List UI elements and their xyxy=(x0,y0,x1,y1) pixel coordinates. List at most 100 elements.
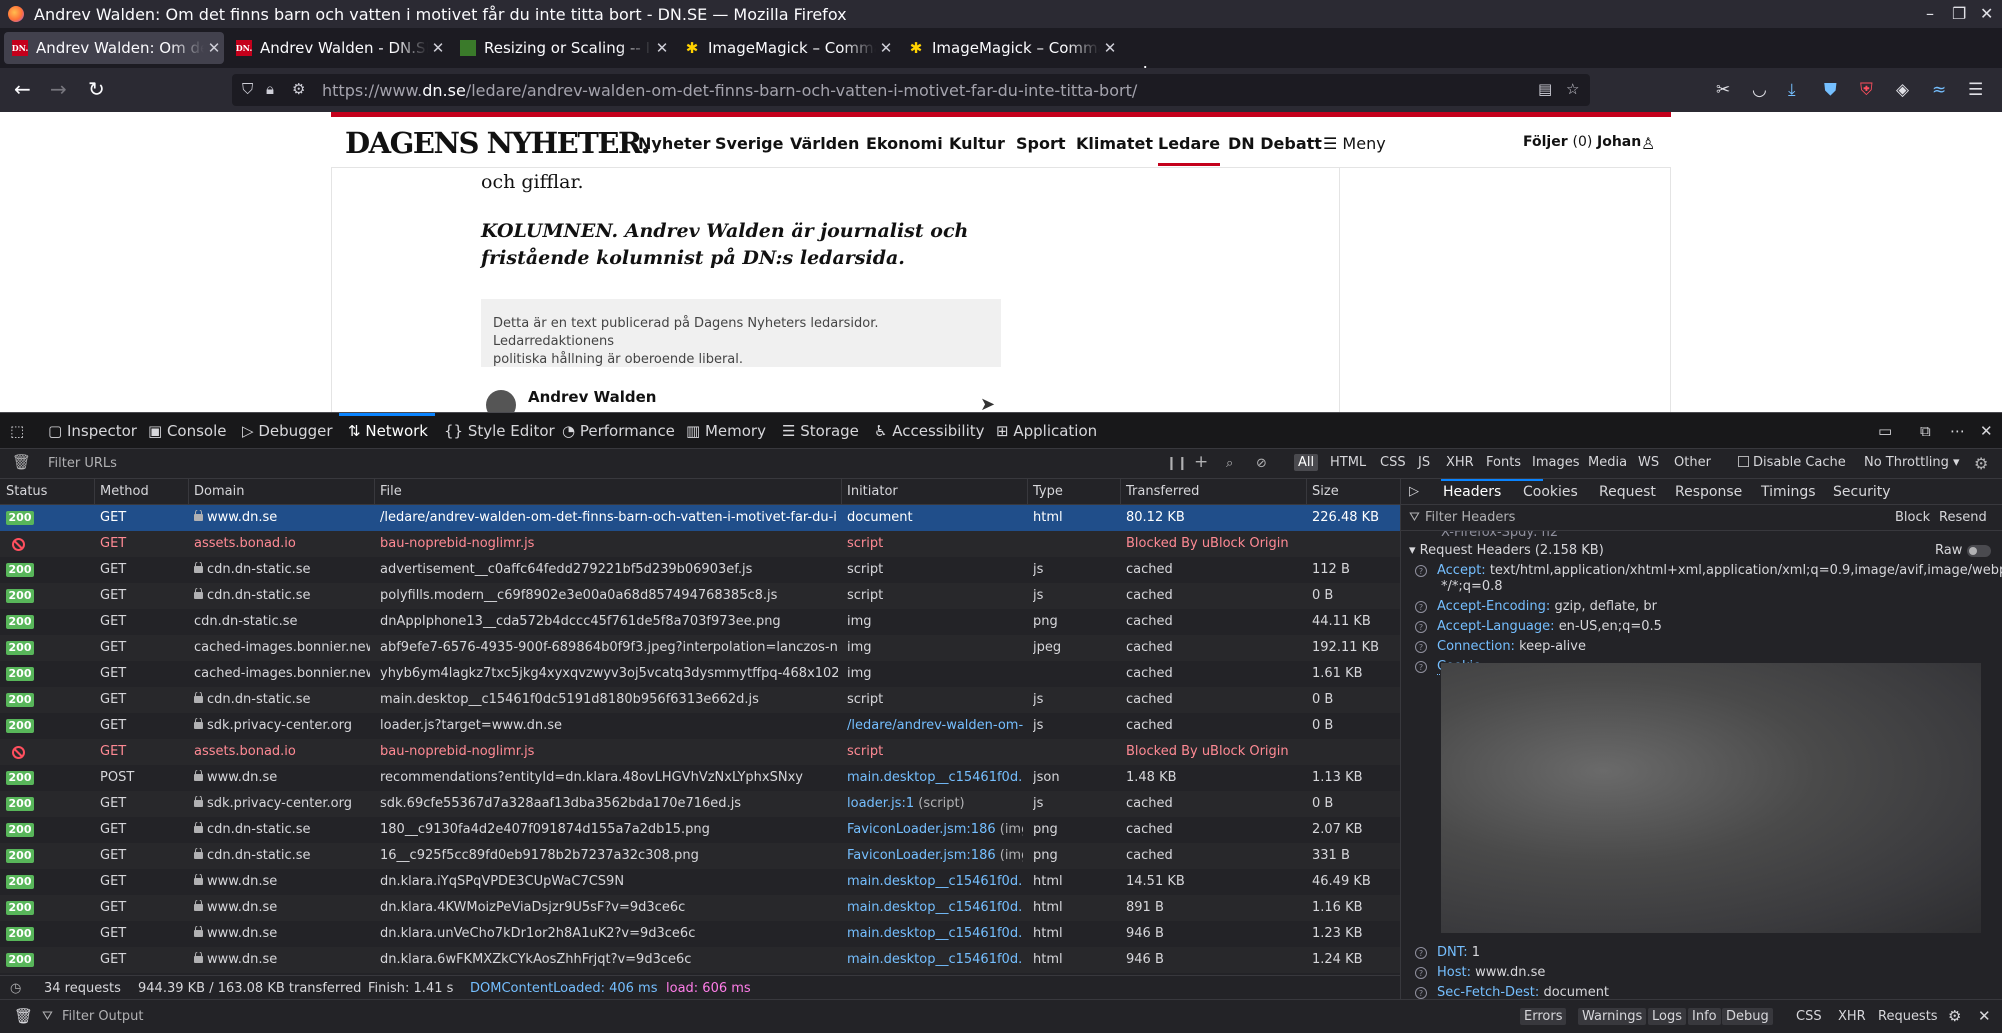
tab-performance[interactable]: ◔ Performance xyxy=(562,422,675,440)
tab-cookies[interactable]: Cookies xyxy=(1523,484,1578,500)
header-accept[interactable]: ? Accept: text/html,application/xhtml+xml… xyxy=(1415,563,2002,578)
lock-icon[interactable]: 🔒︎ xyxy=(266,80,274,98)
raw-toggle[interactable] xyxy=(1967,545,1991,557)
tab-network[interactable]: ⇅ Network xyxy=(348,422,428,440)
close-devtools-icon[interactable]: ✕ xyxy=(1980,422,1993,440)
request-row[interactable]: 200 GET cdn.dn-static.se polyfills.modern__… xyxy=(0,583,1400,609)
url-text[interactable]: https://www.dn.se/ledare/andrev-walden-o… xyxy=(322,81,1137,100)
network-settings-icon[interactable]: ⚙ xyxy=(1974,454,1988,473)
tab-inspector[interactable]: ▢ Inspector xyxy=(48,422,137,440)
console-warnings-toggle[interactable]: Warnings xyxy=(1578,1008,1647,1025)
more-options-icon[interactable]: ⋯ xyxy=(1950,422,1965,440)
request-row[interactable]: 200 GET cdn.dn-static.se dnAppIphone13__cda… xyxy=(0,609,1400,635)
nav-sverige[interactable]: Sverige xyxy=(715,134,783,153)
tab-headers[interactable]: Headers xyxy=(1443,484,1501,500)
filter-images[interactable]: Images xyxy=(1528,454,1584,471)
header-sec-fetch-dest[interactable]: ? Sec-Fetch-Dest: document xyxy=(1415,985,1609,999)
help-icon[interactable]: ? xyxy=(1415,967,1427,979)
request-initiator[interactable]: main.desktop__c15461f0d... xyxy=(847,900,1023,915)
search-icon[interactable]: ⌕ xyxy=(1226,456,1233,471)
pocket-icon[interactable]: ◡ xyxy=(1752,80,1767,100)
tab-andrev-walden-article[interactable]: DN. Andrev Walden: Om det finns barn och… xyxy=(4,32,224,64)
request-row[interactable]: 200 GET www.dn.se dn.klara.6wFKMXZkCYkAosZh… xyxy=(0,947,1400,973)
console-debug-toggle[interactable]: Debug xyxy=(1722,1008,1773,1025)
col-size[interactable]: Size xyxy=(1312,484,1339,499)
request-headers-section[interactable]: ▾ Request Headers (2.158 KB) xyxy=(1409,543,1604,558)
request-row[interactable]: GET assets.bonad.io bau-noprebid-noglimr.j… xyxy=(0,531,1400,557)
forward-icon[interactable]: → xyxy=(50,77,67,101)
filter-ws[interactable]: WS xyxy=(1634,454,1663,471)
nav-ekonomi[interactable]: Ekonomi xyxy=(866,134,943,153)
tab-memory[interactable]: ▥ Memory xyxy=(686,422,766,440)
maximize-button[interactable]: ❐ xyxy=(1952,4,1966,23)
add-filter-icon[interactable]: + xyxy=(1194,452,1208,472)
nav-klimatet[interactable]: Klimatet xyxy=(1076,134,1153,153)
filter-css[interactable]: CSS xyxy=(1376,454,1410,471)
filter-xhr[interactable]: XHR xyxy=(1442,454,1478,471)
console-errors-toggle[interactable]: Errors xyxy=(1520,1008,1567,1025)
bookmark-star-icon[interactable]: ☆ xyxy=(1566,80,1579,98)
filter-urls-input[interactable]: Filter URLs xyxy=(48,456,117,471)
toggle-sidebar-icon[interactable]: ▷ xyxy=(1409,484,1419,499)
close-console-icon[interactable]: ✕ xyxy=(1974,1006,1995,1026)
help-icon[interactable]: ? xyxy=(1415,661,1427,673)
element-picker-icon[interactable]: ⬚ xyxy=(10,422,24,440)
tab-response[interactable]: Response xyxy=(1675,484,1742,500)
filter-js[interactable]: JS xyxy=(1414,454,1434,471)
follows-link[interactable]: Följer (0) xyxy=(1523,134,1592,150)
col-type[interactable]: Type xyxy=(1033,484,1063,499)
col-divider[interactable] xyxy=(841,479,842,505)
request-row[interactable]: 200 GET www.dn.se dn.klara.iYqSPqVPDE3CUpWa… xyxy=(0,869,1400,895)
console-info-toggle[interactable]: Info xyxy=(1688,1008,1721,1025)
request-initiator[interactable]: main.desktop__c15461f0d... xyxy=(847,926,1023,941)
col-divider[interactable] xyxy=(188,479,189,505)
screenshot-icon[interactable]: ✂ xyxy=(1716,80,1730,100)
tab-storage[interactable]: ☰ Storage xyxy=(782,422,859,440)
permissions-icon[interactable]: ⚙ xyxy=(292,80,305,98)
url-bar[interactable]: ⛉ 🔒︎ ⚙ https://www.dn.se/ledare/andrev-w… xyxy=(232,74,1590,106)
tab-console[interactable]: ▣ Console xyxy=(148,422,227,440)
help-icon[interactable]: ? xyxy=(1415,641,1427,653)
request-row[interactable]: 200 GET sdk.privacy-center.org sdk.69cfe553… xyxy=(0,791,1400,817)
nav-varlden[interactable]: Världen xyxy=(790,134,859,153)
nav-ledare[interactable]: Ledare xyxy=(1158,134,1221,166)
nav-nyheter[interactable]: Nyheter xyxy=(638,134,710,153)
clear-console-icon[interactable]: 🗑︎ xyxy=(10,1006,37,1026)
filter-output-input[interactable]: Filter Output xyxy=(58,1008,148,1025)
help-icon[interactable]: ? xyxy=(1415,947,1427,959)
tab-andrev-walden-dn[interactable]: DN. Andrev Walden - DN.SE ✕ xyxy=(228,32,448,64)
back-icon[interactable]: ← xyxy=(14,77,31,101)
tab-debugger[interactable]: ▷ Debugger xyxy=(242,422,333,440)
nav-sport[interactable]: Sport xyxy=(1016,134,1066,153)
resend-button[interactable]: Resend xyxy=(1939,510,1987,525)
console-settings-icon[interactable]: ⚙ xyxy=(1944,1006,1965,1026)
request-initiator[interactable]: main.desktop__c15461f0d... xyxy=(847,952,1023,967)
reload-icon[interactable]: ↻ xyxy=(88,77,105,101)
tab-application[interactable]: ⊞ Application xyxy=(996,422,1097,440)
console-requests-toggle[interactable]: Requests xyxy=(1874,1008,1942,1025)
dn-logo[interactable]: DAGENS NYHETER. xyxy=(345,126,651,160)
col-divider[interactable] xyxy=(374,479,375,505)
request-row[interactable]: 200 GET cached-images.bonnier.news abf9efe7… xyxy=(0,635,1400,661)
col-method[interactable]: Method xyxy=(100,484,149,499)
help-icon[interactable]: ? xyxy=(1415,601,1427,613)
header-connection[interactable]: ? Connection: keep-alive xyxy=(1415,639,1586,654)
close-tab-icon[interactable]: ✕ xyxy=(1100,39,1120,57)
tab-timings[interactable]: Timings xyxy=(1761,484,1816,500)
request-row[interactable]: 200 GET sdk.privacy-center.org loader.js?ta… xyxy=(0,713,1400,739)
tab-imagemagick-1[interactable]: ✱ ImageMagick – Command-line ✕ xyxy=(676,32,896,64)
user-name[interactable]: Johan xyxy=(1597,134,1641,150)
responsive-design-icon[interactable]: ⧉ xyxy=(1920,422,1931,440)
tab-resizing-scaling[interactable]: Resizing or Scaling -- IM ✕ xyxy=(452,32,672,64)
tab-security[interactable]: Security xyxy=(1833,484,1891,500)
request-row[interactable]: GET assets.bonad.io bau-noprebid-noglimr.j… xyxy=(0,739,1400,765)
close-window-button[interactable]: ✕ xyxy=(1980,4,1993,23)
clear-requests-icon[interactable]: 🗑︎ xyxy=(12,453,31,471)
reader-view-icon[interactable]: ▤ xyxy=(1538,80,1552,98)
ublock-origin-icon[interactable]: ⛨ xyxy=(1860,80,1873,100)
user-icon[interactable]: ♙ xyxy=(1641,134,1655,153)
nav-dn-debatt[interactable]: DN Debatt xyxy=(1228,134,1322,153)
extension-wave-icon[interactable]: ≈ xyxy=(1932,80,1946,100)
tab-accessibility[interactable]: ♿︎ Accessibility xyxy=(874,422,985,440)
request-initiator[interactable]: main.desktop__c15461f0d... xyxy=(847,874,1023,889)
